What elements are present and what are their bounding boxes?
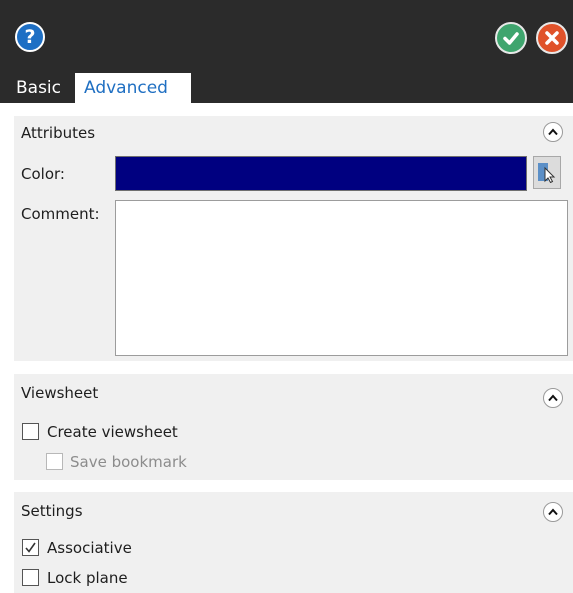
chevron-up-icon (548, 394, 558, 402)
cancel-button[interactable] (536, 22, 568, 54)
settings-panel: Settings Associative Lock plane (14, 492, 573, 593)
tab-basic[interactable]: Basic (16, 73, 61, 103)
create-viewsheet-label: Create viewsheet (47, 423, 178, 441)
check-icon (503, 32, 519, 45)
viewsheet-title: Viewsheet (21, 384, 99, 402)
close-icon (545, 31, 559, 45)
chevron-up-icon (548, 508, 558, 516)
viewsheet-panel: Viewsheet Create viewsheet Save bookmark (14, 374, 573, 480)
color-picker-button[interactable] (533, 156, 561, 189)
tab-advanced[interactable]: Advanced (75, 73, 191, 103)
save-bookmark-label: Save bookmark (70, 453, 187, 471)
settings-title: Settings (21, 502, 83, 520)
associative-label: Associative (47, 539, 132, 557)
color-swatch[interactable] (115, 156, 527, 191)
lock-plane-label: Lock plane (47, 569, 128, 587)
create-viewsheet-checkbox[interactable] (22, 423, 39, 440)
attributes-panel: Attributes Color: Comment: (14, 116, 573, 361)
question-mark-icon: ? (24, 26, 36, 48)
lock-plane-checkbox[interactable] (22, 569, 39, 586)
dialog-header: ? Basic Advanced (0, 0, 573, 103)
comment-textarea[interactable] (115, 200, 568, 356)
attributes-collapse-button[interactable] (543, 122, 563, 142)
viewsheet-collapse-button[interactable] (543, 388, 563, 408)
associative-checkbox[interactable] (22, 539, 39, 556)
chevron-up-icon (548, 128, 558, 136)
attributes-title: Attributes (21, 124, 96, 142)
checkmark-icon (25, 542, 36, 553)
color-label: Color: (21, 165, 65, 183)
help-button[interactable]: ? (15, 22, 45, 52)
settings-collapse-button[interactable] (543, 502, 563, 522)
eyedropper-cursor-icon (538, 163, 556, 183)
ok-button[interactable] (495, 22, 527, 54)
save-bookmark-checkbox[interactable] (46, 453, 63, 470)
comment-label: Comment: (21, 205, 100, 223)
